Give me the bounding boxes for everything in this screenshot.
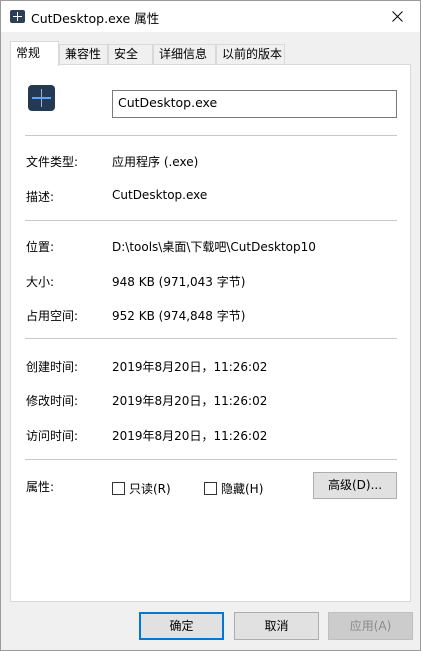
app-icon: [10, 10, 25, 23]
file-type-label: 文件类型:: [26, 155, 79, 169]
checkbox-unchecked-icon: [112, 482, 125, 495]
size-on-disk-label: 占用空间:: [26, 309, 79, 323]
description-value: CutDesktop.exe: [112, 188, 208, 202]
separator: [25, 220, 397, 221]
modified-value: 2019年8月20日，11:26:02: [112, 394, 268, 408]
ok-button[interactable]: 确定: [139, 612, 224, 640]
tab-previous-versions[interactable]: 以前的版本: [216, 44, 285, 64]
size-value: 948 KB (971,043 字节): [112, 275, 246, 289]
properties-window: CutDesktop.exe 属性 常规 兼容性 安全 详细信息 以前的版本 C…: [0, 0, 421, 651]
readonly-checkbox[interactable]: 只读(R): [112, 480, 171, 497]
readonly-label: 只读(R): [129, 482, 171, 496]
separator: [25, 135, 397, 136]
location-label: 位置:: [26, 240, 55, 254]
hidden-label: 隐藏(H): [221, 482, 264, 496]
tab-details[interactable]: 详细信息: [153, 44, 216, 64]
size-label: 大小:: [26, 275, 55, 289]
created-label: 创建时间:: [26, 360, 79, 374]
tab-general[interactable]: 常规: [10, 41, 59, 66]
modified-label: 修改时间:: [26, 394, 79, 408]
accessed-label: 访问时间:: [26, 429, 79, 443]
file-type-value: 应用程序 (.exe): [112, 155, 199, 169]
size-on-disk-value: 952 KB (974,848 字节): [112, 309, 246, 323]
description-label: 描述:: [26, 190, 55, 204]
checkbox-unchecked-icon: [204, 482, 217, 495]
title-bar: CutDesktop.exe 属性: [1, 1, 420, 32]
general-panel: CutDesktop.exe 文件类型: 应用程序 (.exe) 描述: Cut…: [10, 64, 411, 602]
file-name-input[interactable]: CutDesktop.exe: [112, 90, 397, 118]
accessed-value: 2019年8月20日，11:26:02: [112, 429, 268, 443]
separator: [25, 338, 397, 339]
close-button[interactable]: [375, 1, 420, 32]
hidden-checkbox[interactable]: 隐藏(H): [204, 480, 263, 497]
tab-compatibility[interactable]: 兼容性: [59, 44, 108, 64]
tab-security[interactable]: 安全: [108, 44, 153, 64]
close-icon: [392, 11, 403, 22]
attributes-label: 属性:: [26, 480, 55, 494]
advanced-button[interactable]: 高级(D)...: [313, 472, 397, 499]
separator: [25, 459, 397, 460]
cancel-button[interactable]: 取消: [234, 612, 319, 640]
created-value: 2019年8月20日，11:26:02: [112, 360, 268, 374]
apply-button[interactable]: 应用(A): [328, 612, 413, 640]
window-title: CutDesktop.exe 属性: [31, 11, 160, 26]
location-value: D:\tools\桌面\下载吧\CutDesktop10: [112, 240, 316, 254]
executable-file-icon: [28, 85, 55, 111]
